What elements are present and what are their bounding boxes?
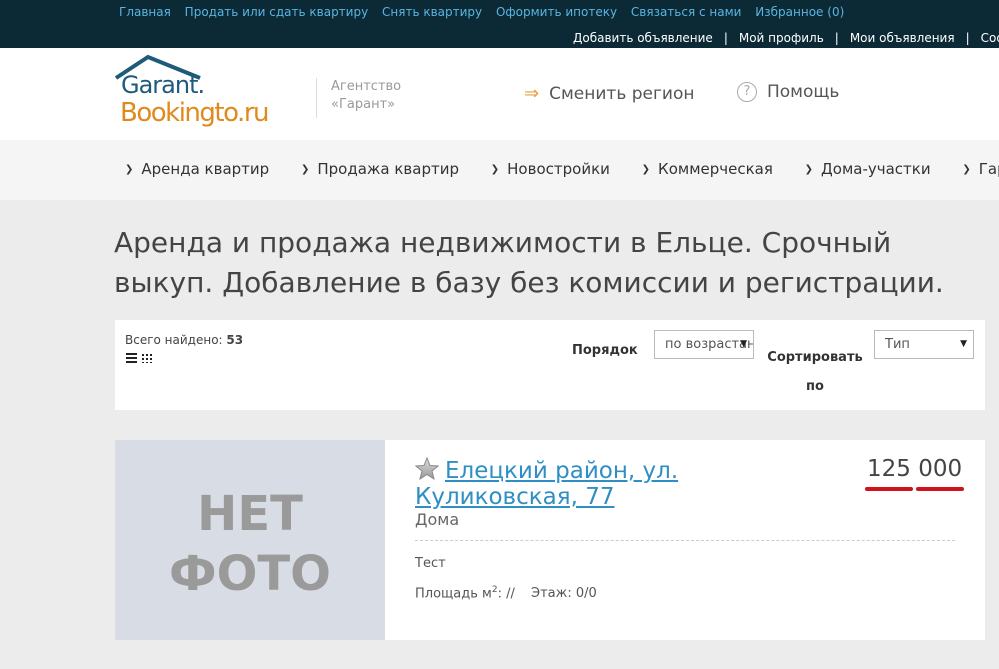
change-region-link[interactable]: ⇒ Сменить регион	[524, 83, 694, 104]
listing-description: Тест	[415, 556, 446, 571]
nav-item-new-buildings[interactable]: ❯ Новостройки	[491, 160, 610, 178]
add-listing-link[interactable]: Добавить объявление	[573, 31, 713, 45]
caret-down-icon: ▼	[740, 339, 747, 349]
top-link-sell[interactable]: Продать или сдать квартиру	[185, 5, 369, 19]
top-bar: Главная Продать или сдать квартиру Снять…	[0, 0, 999, 48]
listing-card: НЕТ ФОТО Елецкий район, ул. Куликовская,…	[115, 440, 985, 640]
sort-label: Сортировать по	[767, 350, 863, 394]
divider	[415, 540, 955, 541]
nav-label: Гаражи	[978, 160, 999, 178]
main-nav: ❯ Аренда квартир ❯ Продажа квартир ❯ Новост…	[0, 140, 999, 200]
top-link-home[interactable]: Главная	[119, 5, 171, 19]
nav-label: Новостройки	[507, 160, 610, 178]
logo-line2: Bookingto.ru	[120, 98, 270, 128]
separator: |	[723, 31, 728, 45]
separator: |	[834, 31, 839, 45]
grid-view-icon[interactable]	[141, 353, 152, 363]
top-link-contact[interactable]: Связаться с нами	[631, 5, 742, 19]
chevron-down-icon: ❯	[962, 164, 971, 175]
floor-info: Этаж: 0/0	[531, 586, 597, 602]
agency-line1: Агентство	[331, 79, 402, 94]
view-toggle	[126, 353, 152, 363]
chevron-down-icon: ❯	[804, 164, 814, 175]
site-logo[interactable]: Garant. Bookingto.ru	[114, 54, 294, 134]
no-photo-placeholder[interactable]: НЕТ ФОТО	[115, 440, 385, 640]
no-photo-line2: ФОТО	[169, 546, 331, 602]
region-label: Сменить регион	[549, 83, 695, 104]
results-count: Всего найдено: 53	[125, 333, 243, 347]
my-listings-link[interactable]: Мои объявления	[850, 31, 955, 45]
nav-item-commercial[interactable]: ❯ Коммерческая	[642, 160, 773, 178]
agency-name: Агентство «Гарант»	[316, 78, 401, 118]
separator: |	[965, 31, 970, 45]
nav-item-garages[interactable]: ❯ Гаражи	[962, 160, 999, 178]
filter-panel: Всего найдено: 53 Порядок по возрастанию…	[115, 320, 985, 410]
price-part2: 000	[918, 456, 963, 482]
area-label: Площадь м	[415, 586, 492, 602]
results-label: Всего найдено:	[125, 333, 223, 347]
listing-price: 125 000	[867, 456, 962, 482]
nav-label: Коммерческая	[658, 160, 773, 178]
top-link-rent[interactable]: Снять квартиру	[382, 5, 482, 19]
chevron-down-icon: ❯	[490, 164, 500, 175]
arrow-right-icon: ⇒	[524, 83, 540, 104]
nav-item-rent[interactable]: ❯ Аренда квартир	[125, 160, 269, 178]
page-title: Аренда и продажа недвижимости в Ельце. С…	[114, 226, 944, 299]
agency-line2: «Гарант»	[331, 97, 396, 112]
area-value: : //	[497, 586, 515, 602]
nav-item-houses[interactable]: ❯ Дома-участки	[805, 160, 931, 178]
nav-item-sale[interactable]: ❯ Продажа квартир	[301, 160, 459, 178]
top-nav: Главная Продать или сдать квартиру Снять…	[119, 5, 854, 19]
question-icon: ?	[737, 82, 757, 102]
order-label: Порядок	[572, 343, 638, 358]
results-number: 53	[226, 333, 244, 347]
sort-value: Тип	[885, 337, 910, 352]
nav-label: Аренда квартир	[141, 160, 270, 178]
site-header: Garant. Bookingto.ru Агентство «Гарант» …	[0, 48, 999, 140]
chevron-down-icon: ❯	[125, 164, 134, 175]
listing-title-link[interactable]: Елецкий район, ул. Куликовская, 77	[415, 458, 745, 510]
messages-link[interactable]: Сообщения	[981, 31, 999, 45]
help-link[interactable]: ? Помощь	[737, 82, 839, 102]
price-part1: 125	[867, 456, 911, 482]
top-link-favorites[interactable]: Избранное (0)	[755, 5, 844, 19]
help-label: Помощь	[767, 82, 840, 102]
caret-down-icon: ▼	[960, 339, 967, 349]
top-link-mortgage[interactable]: Оформить ипотеку	[496, 5, 617, 19]
listing-meta: Площадь м2: // Этаж: 0/0	[415, 585, 597, 601]
chevron-down-icon: ❯	[300, 164, 310, 175]
property-type: Дома	[415, 510, 460, 529]
nav-label: Продажа квартир	[317, 160, 459, 178]
user-nav: Добавить объявление | Мой профиль | Мои объя…	[573, 31, 999, 45]
logo-line1: Garant.	[121, 71, 205, 99]
my-profile-link[interactable]: Мой профиль	[739, 31, 824, 45]
list-view-icon[interactable]	[126, 353, 137, 363]
nav-label: Дома-участки	[821, 160, 931, 178]
no-photo-line1: НЕТ	[197, 486, 303, 542]
sort-select[interactable]: Тип ▼	[874, 330, 974, 359]
order-select[interactable]: по возрастанию ▼	[654, 330, 754, 359]
chevron-down-icon: ❯	[641, 164, 651, 175]
